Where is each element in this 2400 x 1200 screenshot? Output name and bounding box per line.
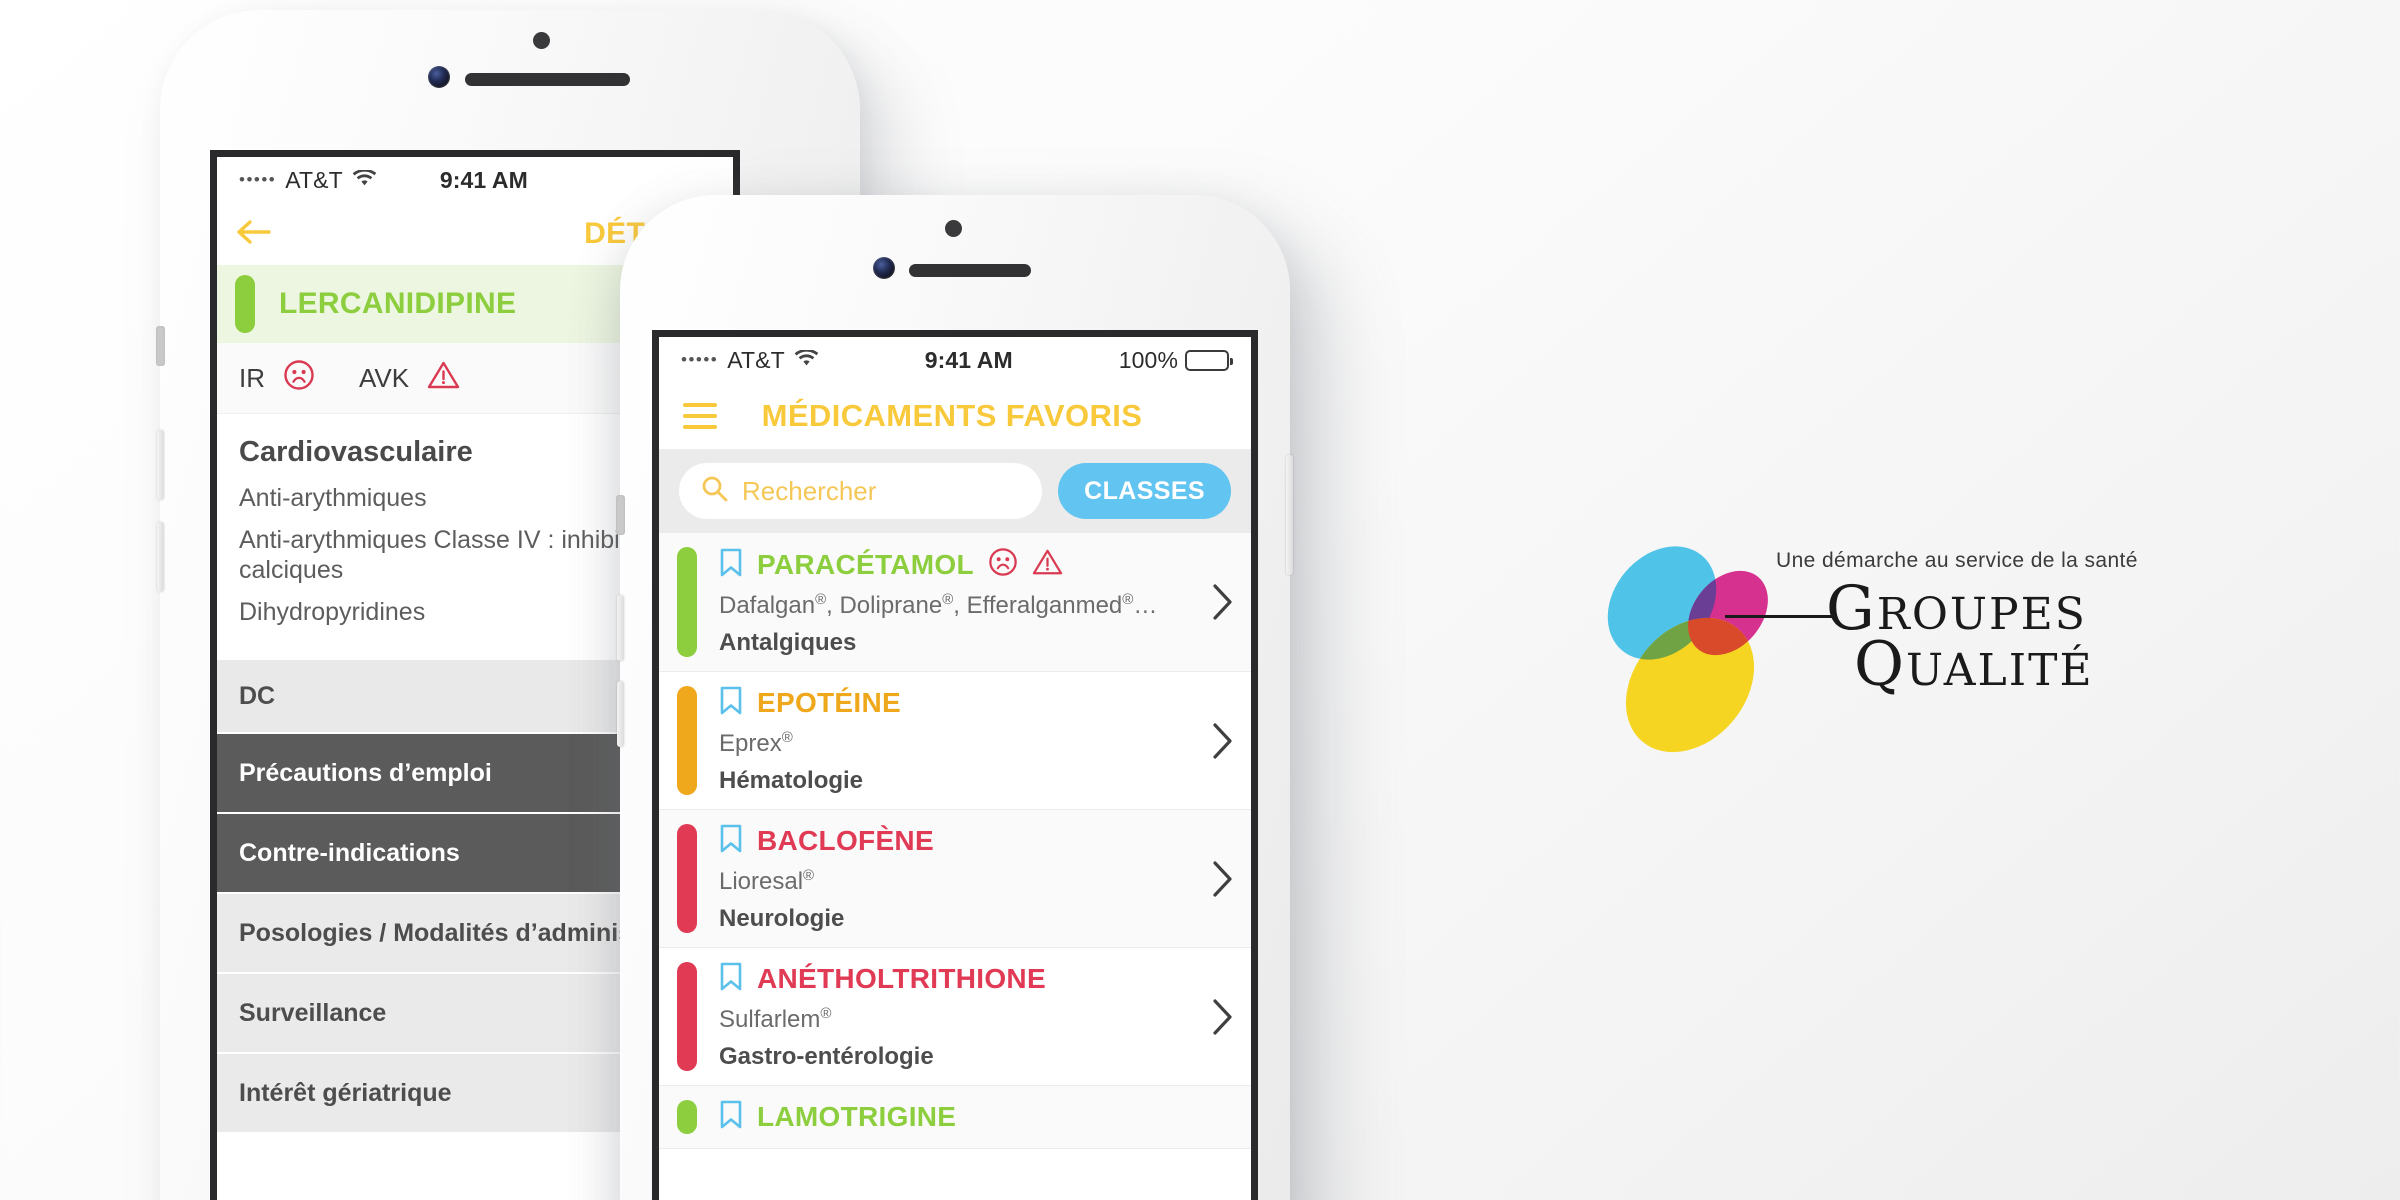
front-camera-icon bbox=[428, 66, 450, 88]
bookmark-icon[interactable] bbox=[719, 548, 743, 582]
drug-brands: Lioresal® bbox=[719, 867, 815, 895]
list-item[interactable]: EPOTÉINE Eprex® Hématologie bbox=[659, 672, 1251, 810]
clock-label: 9:41 AM bbox=[439, 166, 528, 193]
drug-name: ANÉTHOLTRITHIONE bbox=[757, 963, 1046, 994]
drug-color-bar bbox=[677, 686, 697, 795]
favorite-drugs-list: PARACÉTAMOL Dafalgan®, Doliprane®, Effer… bbox=[659, 533, 1251, 1149]
hamburger-menu-icon[interactable] bbox=[683, 403, 717, 429]
earpiece-speaker bbox=[465, 73, 630, 86]
sad-face-icon bbox=[283, 359, 315, 398]
logo-word-qualite: QUALITÉ bbox=[1854, 629, 2094, 700]
bookmark-icon[interactable] bbox=[719, 686, 743, 720]
detail-drug-name: LERCANIDIPINE bbox=[279, 287, 517, 320]
signal-dots-icon: ••••• bbox=[681, 350, 719, 369]
warning-triangle-icon bbox=[427, 360, 460, 397]
search-input[interactable]: Rechercher bbox=[679, 463, 1043, 519]
chevron-right-icon[interactable] bbox=[1195, 686, 1251, 795]
tag-label-ir: IR bbox=[239, 362, 265, 393]
chevron-right-icon[interactable] bbox=[1195, 547, 1251, 657]
drug-color-bar bbox=[677, 1100, 697, 1134]
logo-divider bbox=[1725, 615, 1837, 618]
mute-switch[interactable] bbox=[156, 326, 165, 366]
drug-name: LAMOTRIGINE bbox=[757, 1101, 957, 1132]
front-page-title: MÉDICAMENTS FAVORIS bbox=[761, 398, 1143, 433]
volume-up-button[interactable] bbox=[157, 430, 164, 500]
list-item[interactable]: LAMOTRIGINE bbox=[659, 1086, 1251, 1149]
back-arrow-icon[interactable] bbox=[237, 217, 273, 251]
list-item[interactable]: PARACÉTAMOL Dafalgan®, Doliprane®, Effer… bbox=[659, 533, 1251, 672]
battery-percent-label: 100% bbox=[1118, 346, 1178, 373]
proximity-sensor-icon bbox=[945, 220, 962, 237]
groupes-qualite-logo: Une démarche au service de la santé GROU… bbox=[1600, 545, 2160, 765]
search-toolbar: Rechercher CLASSES bbox=[659, 449, 1251, 533]
classes-button[interactable]: CLASSES bbox=[1058, 463, 1231, 519]
sad-face-icon bbox=[988, 547, 1018, 582]
drug-name: BACLOFÈNE bbox=[757, 825, 934, 856]
front-phone-screen: ••••• AT&T 9:41 AM 100% MÉDICAMENTS FAVO… bbox=[652, 330, 1258, 1200]
drug-class: Neurologie bbox=[719, 905, 845, 932]
wifi-icon bbox=[794, 347, 819, 374]
volume-down-button[interactable] bbox=[617, 681, 624, 747]
back-status-bar: ••••• AT&T 9:41 AM bbox=[217, 157, 733, 203]
chevron-right-icon[interactable] bbox=[1195, 962, 1251, 1071]
logo-mark-icon bbox=[1607, 546, 1768, 753]
carrier-label: AT&T bbox=[285, 166, 343, 193]
search-icon bbox=[701, 475, 728, 507]
warning-triangle-icon bbox=[1032, 548, 1063, 581]
front-nav-bar: MÉDICAMENTS FAVORIS bbox=[659, 383, 1251, 449]
volume-down-button[interactable] bbox=[157, 522, 164, 592]
clock-label: 9:41 AM bbox=[924, 346, 1013, 373]
logo-tagline: Une démarche au service de la santé bbox=[1776, 549, 2138, 572]
front-camera-icon bbox=[873, 257, 895, 279]
bookmark-icon[interactable] bbox=[719, 962, 743, 996]
volume-up-button[interactable] bbox=[617, 595, 624, 661]
battery-full-icon bbox=[1185, 349, 1233, 371]
drug-color-bar bbox=[235, 275, 255, 333]
front-phone-device: ••••• AT&T 9:41 AM 100% MÉDICAMENTS FAVO… bbox=[616, 195, 1293, 1200]
bookmark-icon[interactable] bbox=[719, 1100, 743, 1134]
carrier-label: AT&T bbox=[727, 346, 785, 373]
drug-color-bar bbox=[677, 547, 697, 657]
drug-brands: Dafalgan®, Doliprane®, Efferalganmed®… bbox=[719, 591, 1158, 619]
front-status-bar: ••••• AT&T 9:41 AM 100% bbox=[659, 337, 1251, 383]
drug-class: Antalgiques bbox=[719, 629, 857, 656]
drug-name: EPOTÉINE bbox=[757, 687, 901, 718]
list-item[interactable]: BACLOFÈNE Lioresal® Neurologie bbox=[659, 810, 1251, 948]
drug-name: PARACÉTAMOL bbox=[757, 548, 974, 580]
proximity-sensor-icon bbox=[533, 32, 550, 49]
drug-color-bar bbox=[677, 962, 697, 1071]
drug-color-bar bbox=[677, 824, 697, 933]
drug-class: Gastro-entérologie bbox=[719, 1043, 934, 1070]
earpiece-speaker bbox=[909, 264, 1031, 277]
mute-switch[interactable] bbox=[616, 495, 625, 535]
signal-dots-icon: ••••• bbox=[239, 170, 277, 189]
drug-brands: Sulfarlem® bbox=[719, 1005, 832, 1033]
chevron-right-icon[interactable] bbox=[1195, 824, 1251, 933]
search-placeholder: Rechercher bbox=[742, 475, 877, 506]
bookmark-icon[interactable] bbox=[719, 824, 743, 858]
power-button[interactable] bbox=[1286, 455, 1293, 575]
list-item[interactable]: ANÉTHOLTRITHIONE Sulfarlem® Gastro-entér… bbox=[659, 948, 1251, 1086]
drug-brands: Eprex® bbox=[719, 729, 793, 757]
tag-label-avk: AVK bbox=[359, 362, 410, 393]
wifi-icon bbox=[352, 167, 377, 194]
drug-class: Hématologie bbox=[719, 767, 864, 794]
